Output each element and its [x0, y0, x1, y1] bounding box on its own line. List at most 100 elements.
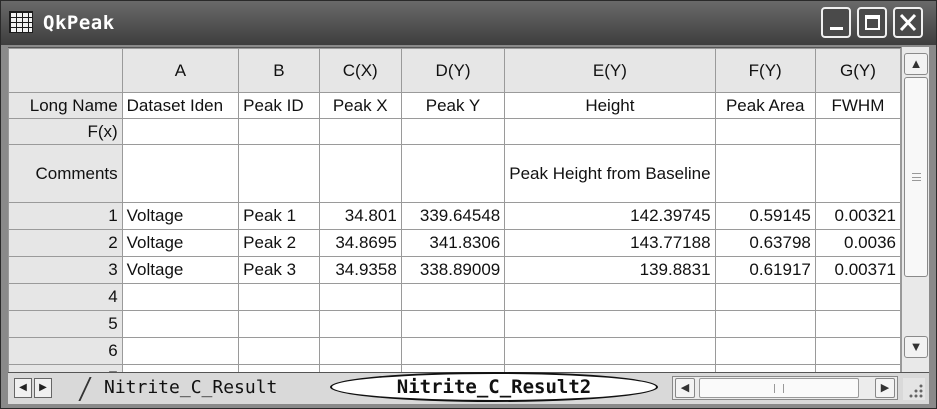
resize-grip-icon[interactable]	[903, 378, 925, 400]
column-header-a[interactable]: A	[121, 48, 240, 93]
formula-cell[interactable]	[121, 118, 240, 145]
long-name-cell[interactable]: Dataset Iden	[121, 92, 240, 119]
data-cell[interactable]	[318, 364, 402, 372]
data-cell[interactable]: 0.61917	[714, 256, 816, 284]
maximize-button[interactable]	[857, 7, 887, 38]
data-cell[interactable]: 143.77188	[504, 229, 716, 257]
column-header-d[interactable]: D(Y)	[400, 48, 506, 93]
comment-cell[interactable]	[121, 144, 240, 203]
data-cell[interactable]	[504, 283, 716, 311]
data-cell[interactable]: Voltage	[121, 229, 240, 257]
data-cell[interactable]: 34.8695	[318, 229, 402, 257]
data-cell[interactable]	[814, 310, 901, 338]
data-cell[interactable]	[814, 364, 901, 372]
data-cell[interactable]: Peak 2	[238, 229, 320, 257]
long-name-cell[interactable]: Height	[504, 92, 716, 119]
row-header[interactable]: 4	[8, 283, 123, 311]
column-header-f[interactable]: F(Y)	[714, 48, 816, 93]
data-cell[interactable]	[504, 364, 716, 372]
data-cell[interactable]	[714, 310, 816, 338]
close-button[interactable]	[893, 7, 923, 38]
column-header-e[interactable]: E(Y)	[504, 48, 716, 93]
formula-cell[interactable]	[504, 118, 716, 145]
minimize-button[interactable]	[821, 7, 851, 38]
horizontal-scrollbar[interactable]: ◀ ▶	[672, 376, 898, 400]
data-cell[interactable]	[121, 310, 240, 338]
scroll-left-button[interactable]: ◀	[675, 378, 695, 398]
data-cell[interactable]: 34.9358	[318, 256, 402, 284]
data-cell[interactable]	[400, 364, 506, 372]
data-cell[interactable]	[318, 310, 402, 338]
scroll-up-button[interactable]: ▲	[904, 53, 928, 75]
data-cell[interactable]: Peak 3	[238, 256, 320, 284]
comment-cell[interactable]	[714, 144, 816, 203]
data-cell[interactable]	[318, 337, 402, 365]
sheet-tab-nitrite-c-result2[interactable]: Nitrite_C_Result2	[330, 372, 658, 402]
sheet-tab-nitrite-c-result[interactable]: Nitrite_C_Result	[104, 374, 277, 402]
data-cell[interactable]: 34.801	[318, 202, 402, 230]
data-cell[interactable]	[238, 364, 320, 372]
data-cell[interactable]: 0.0036	[814, 229, 901, 257]
vertical-scroll-thumb[interactable]	[904, 77, 928, 277]
formula-cell[interactable]	[400, 118, 506, 145]
row-header[interactable]: 7	[8, 364, 123, 372]
data-cell[interactable]	[814, 337, 901, 365]
data-cell[interactable]	[238, 337, 320, 365]
comment-cell[interactable]	[400, 144, 506, 203]
data-cell[interactable]: 0.63798	[714, 229, 816, 257]
formula-cell[interactable]	[714, 118, 816, 145]
scroll-down-button[interactable]: ▼	[904, 336, 928, 358]
column-header-g[interactable]: G(Y)	[814, 48, 901, 93]
comments-row-header[interactable]: Comments	[8, 144, 123, 203]
data-cell[interactable]: 139.8831	[504, 256, 716, 284]
column-header-b[interactable]: B	[238, 48, 320, 93]
next-sheet-button[interactable]: ▶	[34, 378, 52, 398]
data-cell[interactable]	[714, 337, 816, 365]
data-cell[interactable]: 339.64548	[400, 202, 506, 230]
data-cell[interactable]: 341.8306	[400, 229, 506, 257]
row-header[interactable]: 1	[8, 202, 123, 230]
comment-cell[interactable]	[238, 144, 320, 203]
data-cell[interactable]	[714, 364, 816, 372]
data-cell[interactable]	[238, 283, 320, 311]
long-name-cell[interactable]: Peak ID	[238, 92, 320, 119]
row-header[interactable]: 2	[8, 229, 123, 257]
formula-cell[interactable]	[318, 118, 402, 145]
formula-row-header[interactable]: F(x)	[8, 118, 123, 145]
title-bar[interactable]: QkPeak	[1, 1, 936, 45]
long-name-cell[interactable]: Peak X	[318, 92, 402, 119]
horizontal-scroll-thumb[interactable]	[699, 378, 859, 398]
comment-cell[interactable]	[814, 144, 901, 203]
data-cell[interactable]: Voltage	[121, 256, 240, 284]
data-cell[interactable]: Peak 1	[238, 202, 320, 230]
comment-cell[interactable]: Peak Height from Baseline	[504, 144, 716, 203]
long-name-cell[interactable]: FWHM	[814, 92, 901, 119]
data-cell[interactable]: 0.00321	[814, 202, 901, 230]
previous-sheet-button[interactable]: ◀	[14, 378, 32, 398]
scroll-right-button[interactable]: ▶	[875, 378, 895, 398]
data-cell[interactable]	[400, 337, 506, 365]
data-cell[interactable]: 338.89009	[400, 256, 506, 284]
column-header-c[interactable]: C(X)	[318, 48, 402, 93]
data-cell[interactable]	[714, 283, 816, 311]
row-header[interactable]: 6	[8, 337, 123, 365]
data-cell[interactable]	[121, 337, 240, 365]
data-cell[interactable]: 142.39745	[504, 202, 716, 230]
select-all-corner[interactable]	[8, 48, 123, 93]
vertical-scrollbar[interactable]: ▲ ▼	[901, 47, 929, 372]
formula-cell[interactable]	[814, 118, 901, 145]
comment-cell[interactable]	[318, 144, 402, 203]
data-cell[interactable]	[121, 364, 240, 372]
data-cell[interactable]	[400, 310, 506, 338]
row-header[interactable]: 5	[8, 310, 123, 338]
long-name-cell[interactable]: Peak Area	[714, 92, 816, 119]
data-cell[interactable]: Voltage	[121, 202, 240, 230]
row-header[interactable]: 3	[8, 256, 123, 284]
data-cell[interactable]	[814, 283, 901, 311]
data-cell[interactable]	[238, 310, 320, 338]
formula-cell[interactable]	[238, 118, 320, 145]
long-name-row-header[interactable]: Long Name	[8, 92, 123, 119]
data-cell[interactable]	[504, 310, 716, 338]
data-cell[interactable]	[121, 283, 240, 311]
data-cell[interactable]: 0.59145	[714, 202, 816, 230]
